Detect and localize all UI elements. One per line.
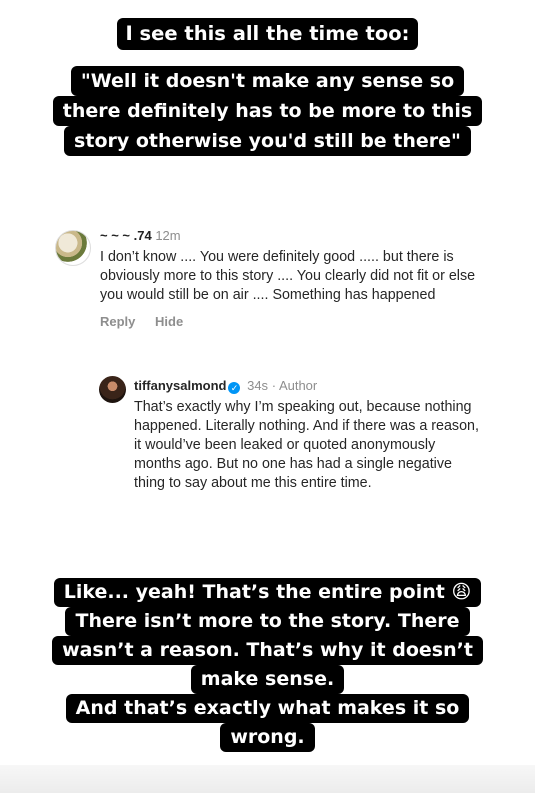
caption-line: wasn’t a reason. That’s why it doesn’t: [52, 636, 483, 665]
caption-line: wrong.: [220, 723, 315, 752]
caption-line: And that’s exactly what makes it so: [65, 694, 470, 723]
reply-time: 34s: [247, 378, 269, 393]
reply-text: That’s exactly why I’m speaking out, bec…: [134, 399, 479, 491]
story-caption-quote: "Well it doesn't make any sense so there…: [0, 66, 535, 156]
caption-line: Like... yeah! That’s the entire point 😩: [53, 578, 482, 607]
caption-line: there definitely has to be more to this: [52, 96, 483, 126]
caption-line: There isn’t more to the story. There: [65, 607, 470, 636]
caption-line: I see this all the time too:: [116, 18, 419, 50]
reply-button[interactable]: Reply: [100, 314, 135, 329]
reply-meta: tiffanysalmond ✓ 34s · Author: [134, 376, 479, 396]
author-avatar[interactable]: [99, 376, 126, 403]
hide-button[interactable]: Hide: [155, 314, 183, 329]
caption-line: "Well it doesn't make any sense so: [70, 66, 465, 96]
meta-separator: ·: [271, 378, 277, 393]
story-caption-bottom: Like... yeah! That’s the entire point 😩 …: [0, 578, 535, 752]
caption-line: make sense.: [190, 665, 345, 694]
story-caption-top: I see this all the time too:: [0, 18, 535, 50]
verified-badge-icon: ✓: [228, 382, 241, 394]
commenter-avatar[interactable]: [55, 230, 91, 266]
comment-username[interactable]: ~ ~ ~ .74: [100, 228, 152, 243]
author-label: Author: [278, 378, 318, 393]
comment-actions: Reply Hide: [100, 314, 500, 329]
comment-meta: ~ ~ ~ .74 12m: [100, 226, 500, 246]
comment-time: 12m: [155, 228, 181, 243]
bottom-gradient-bar: [0, 765, 535, 793]
comment-text: I don’t know .... You were definitely go…: [100, 249, 476, 303]
caption-line: story otherwise you'd still be there": [64, 126, 471, 156]
reply-username[interactable]: tiffanysalmond: [134, 378, 226, 393]
